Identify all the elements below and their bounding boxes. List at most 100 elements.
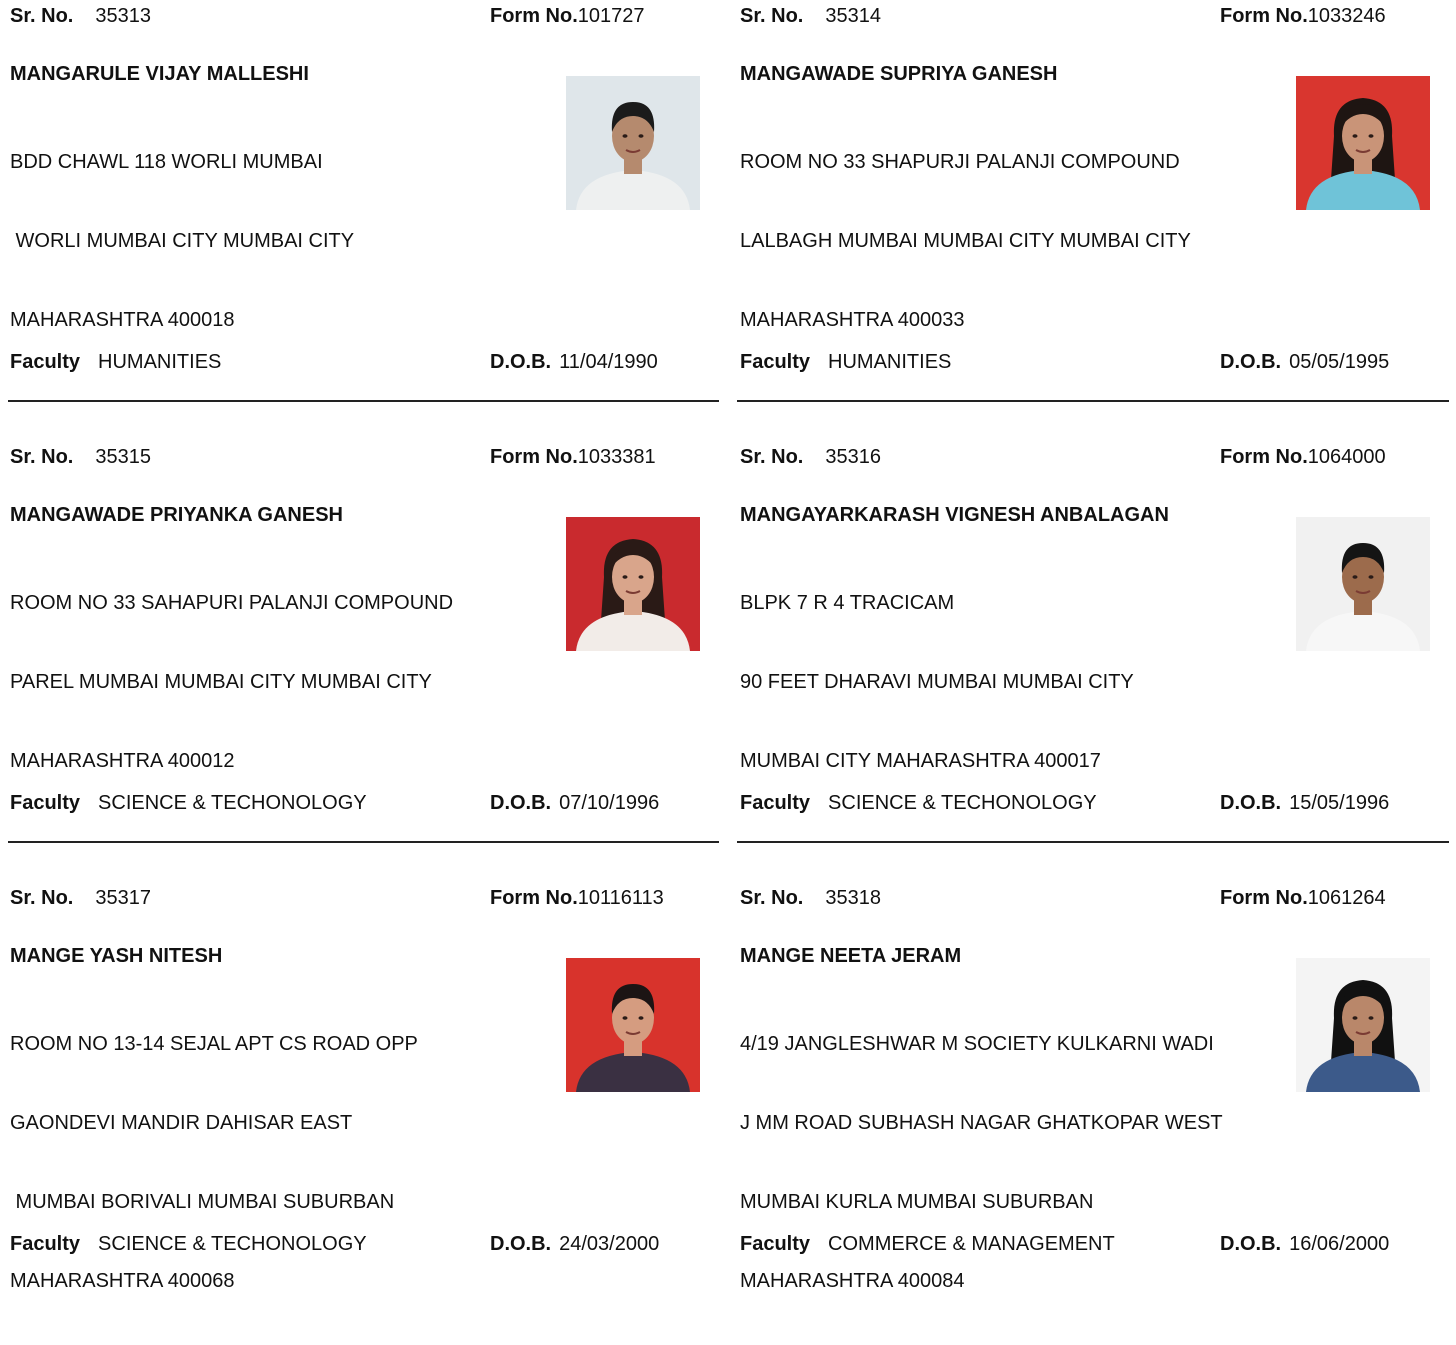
form-no-value: 10116113 (577, 887, 664, 909)
address-line: BDD CHAWL 118 WORLI MUMBAI (10, 151, 323, 173)
dob-label: D.O.B. (1220, 1233, 1282, 1255)
record-card: Sr. No. 35314 Form No.1033246 MANGAWADE S… (730, 0, 1449, 420)
form-no-value: 1033381 (577, 446, 656, 468)
address-line: MUMBAI KURLA MUMBAI SUBURBAN (740, 1191, 1094, 1213)
sr-no-field: Sr. No. 35315 (10, 445, 151, 469)
candidate-name: MANGARULE VIJAY MALLESHI (10, 63, 309, 85)
form-no-field: Form No.1033381 (490, 445, 656, 469)
address-line: ROOM NO 33 SHAPURJI PALANJI COMPOUND (740, 151, 1180, 173)
record-divider (737, 841, 1449, 843)
portrait-graphic (566, 76, 700, 210)
sr-no-label: Sr. No. (10, 446, 74, 468)
candidate-photo (566, 517, 700, 651)
address-line: BLPK 7 R 4 TRACICAM (740, 592, 955, 614)
record-divider (8, 841, 719, 843)
dob-label: D.O.B. (490, 792, 552, 814)
faculty-value: SCIENCE & TECHONOLOGY (828, 792, 1097, 814)
candidate-address: BLPK 7 R 4 TRACICAM 90 FEET DHARAVI MUMB… (740, 540, 1134, 825)
dob-label: D.O.B. (1220, 792, 1282, 814)
dob-field: D.O.B. 24/03/2000 (490, 1232, 659, 1256)
faculty-value: COMMERCE & MANAGEMENT (828, 1233, 1115, 1255)
dob-field: D.O.B. 15/05/1996 (1220, 791, 1389, 815)
address-line: J MM ROAD SUBHASH NAGAR GHATKOPAR WEST (740, 1112, 1223, 1134)
sr-no-field: Sr. No. 35316 (740, 445, 881, 469)
dob-label: D.O.B. (490, 1233, 552, 1255)
form-no-value: 1033246 (1307, 5, 1386, 27)
candidate-photo (566, 76, 700, 210)
dob-label: D.O.B. (490, 351, 552, 373)
candidate-name: MANGAWADE PRIYANKA GANESH (10, 504, 343, 526)
sr-no-label: Sr. No. (740, 887, 804, 909)
record-card: Sr. No. 35313 Form No.101727 MANGARULE VI… (0, 0, 719, 420)
record-card: Sr. No. 35316 Form No.1064000 MANGAYARKAR… (730, 441, 1449, 861)
faculty-field: Faculty HUMANITIES (10, 350, 221, 374)
address-line: MAHARASHTRA 400068 (10, 1270, 235, 1292)
candidate-address: ROOM NO 13-14 SEJAL APT CS ROAD OPP GAON… (10, 981, 418, 1345)
faculty-label: Faculty (740, 351, 811, 373)
faculty-label: Faculty (10, 792, 81, 814)
sr-no-field: Sr. No. 35318 (740, 886, 881, 910)
dob-value: 11/04/1990 (559, 351, 658, 373)
portrait-graphic (1296, 958, 1430, 1092)
faculty-value: HUMANITIES (98, 351, 222, 373)
candidate-name: MANGAWADE SUPRIYA GANESH (740, 63, 1058, 85)
form-no-label: Form No. (1220, 446, 1308, 468)
dob-value: 16/06/2000 (1289, 1233, 1390, 1255)
address-line: 90 FEET DHARAVI MUMBAI MUMBAI CITY (740, 671, 1134, 693)
address-line: 4/19 JANGLESHWAR M SOCIETY KULKARNI WADI (740, 1033, 1214, 1055)
faculty-field: Faculty SCIENCE & TECHONOLOGY (10, 1232, 367, 1256)
portrait-graphic (566, 517, 700, 651)
sr-no-label: Sr. No. (740, 5, 804, 27)
candidate-address: ROOM NO 33 SAHAPURI PALANJI COMPOUND PAR… (10, 540, 453, 825)
sr-no-value: 35316 (825, 446, 881, 468)
faculty-label: Faculty (740, 792, 811, 814)
address-line: MUMBAI CITY MAHARASHTRA 400017 (740, 750, 1101, 772)
address-line: WORLI MUMBAI CITY MUMBAI CITY (10, 230, 355, 252)
sr-no-label: Sr. No. (740, 446, 804, 468)
sr-no-value: 35314 (825, 5, 881, 27)
record-card: Sr. No. 35318 Form No.1061264 MANGE NEETA… (730, 882, 1442, 1302)
candidate-photo (1296, 76, 1430, 210)
sr-no-field: Sr. No. 35314 (740, 4, 881, 28)
dob-value: 07/10/1996 (559, 792, 660, 814)
dob-field: D.O.B. 05/05/1995 (1220, 350, 1389, 374)
form-no-value: 101727 (577, 5, 645, 27)
dob-label: D.O.B. (1220, 351, 1282, 373)
sr-no-field: Sr. No. 35317 (10, 886, 151, 910)
record-divider (737, 400, 1449, 402)
record-card: Sr. No. 35317 Form No.10116113 MANGE YASH… (0, 882, 712, 1302)
address-line: LALBAGH MUMBAI MUMBAI CITY MUMBAI CITY (740, 230, 1191, 252)
faculty-value: SCIENCE & TECHONOLOGY (98, 1233, 367, 1255)
form-no-field: Form No.1033246 (1220, 4, 1386, 28)
faculty-field: Faculty SCIENCE & TECHONOLOGY (740, 791, 1097, 815)
faculty-field: Faculty COMMERCE & MANAGEMENT (740, 1232, 1115, 1256)
address-line: ROOM NO 13-14 SEJAL APT CS ROAD OPP (10, 1033, 418, 1055)
form-no-field: Form No.1061264 (1220, 886, 1386, 910)
address-line: MAHARASHTRA 400018 (10, 309, 235, 331)
address-line: ROOM NO 33 SAHAPURI PALANJI COMPOUND (10, 592, 454, 614)
form-no-field: Form No.10116113 (490, 886, 664, 910)
dob-value: 05/05/1995 (1289, 351, 1390, 373)
candidate-name: MANGE YASH NITESH (10, 945, 223, 967)
dob-value: 24/03/2000 (559, 1233, 660, 1255)
candidate-address: ROOM NO 33 SHAPURJI PALANJI COMPOUND LAL… (740, 99, 1191, 384)
record-card: Sr. No. 35315 Form No.1033381 MANGAWADE P… (0, 441, 719, 861)
faculty-label: Faculty (10, 351, 81, 373)
sr-no-value: 35317 (95, 887, 151, 909)
candidate-address: BDD CHAWL 118 WORLI MUMBAI WORLI MUMBAI … (10, 99, 354, 384)
candidate-photo (1296, 517, 1430, 651)
dob-field: D.O.B. 16/06/2000 (1220, 1232, 1389, 1256)
candidate-address: 4/19 JANGLESHWAR M SOCIETY KULKARNI WADI… (740, 981, 1223, 1345)
sr-no-label: Sr. No. (10, 5, 74, 27)
sr-no-value: 35313 (95, 5, 151, 27)
sr-no-field: Sr. No. 35313 (10, 4, 151, 28)
record-divider (8, 400, 719, 402)
form-no-value: 1061264 (1307, 887, 1386, 909)
candidate-name: MANGAYARKARASH VIGNESH ANBALAGAN (740, 504, 1169, 526)
faculty-value: SCIENCE & TECHONOLOGY (98, 792, 367, 814)
admission-records-grid: Sr. No. 35313 Form No. 101727 MANGARULE VI… (0, 0, 1456, 1292)
sr-no-value: 35315 (95, 446, 151, 468)
faculty-label: Faculty (740, 1233, 811, 1255)
address-line: MAHARASHTRA 400012 (10, 750, 235, 772)
form-no-value: 1064000 (1307, 446, 1386, 468)
